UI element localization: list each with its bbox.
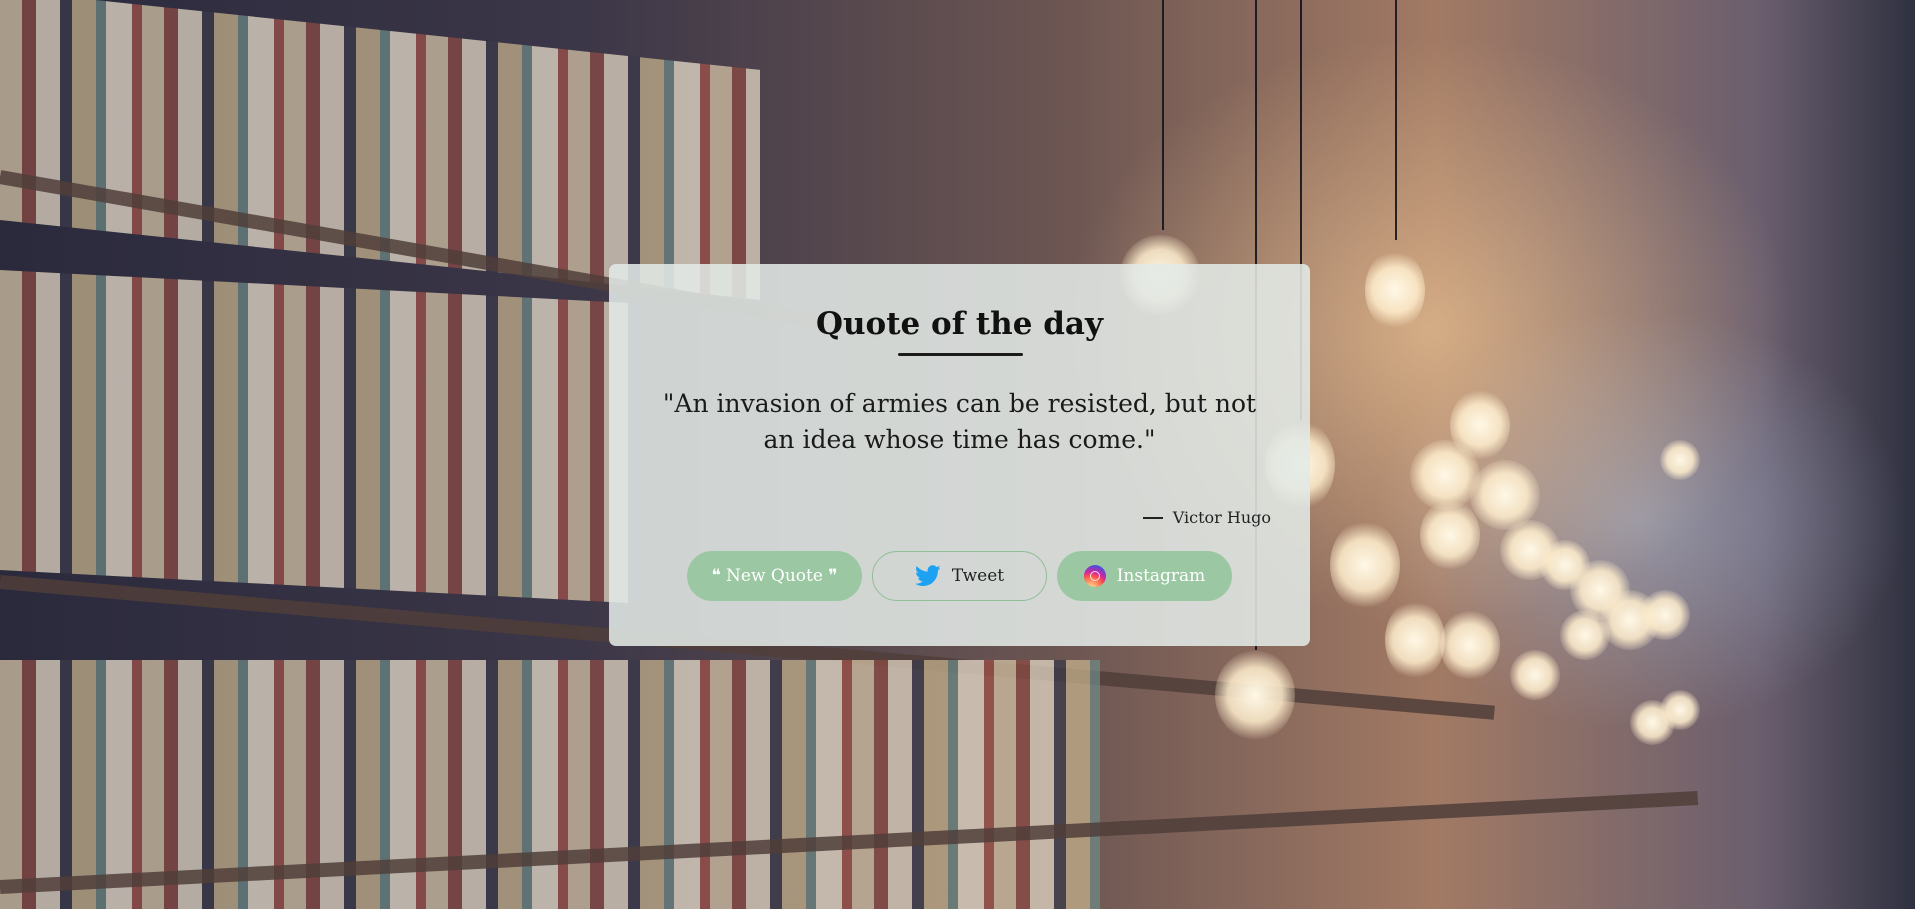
card-title: Quote of the day (815, 306, 1103, 342)
light-bulb (1330, 520, 1400, 610)
light-bulb (1510, 650, 1560, 700)
instagram-button[interactable]: Instagram (1057, 551, 1232, 601)
new-quote-button[interactable]: ❝ New Quote ❞ (687, 551, 862, 601)
tweet-label: Tweet (951, 566, 1005, 586)
light-bulb (1660, 440, 1700, 480)
action-buttons: ❝ New Quote ❞ Tweet Instagram (609, 551, 1310, 601)
title-underline (898, 353, 1023, 356)
light-bulb (1420, 500, 1480, 570)
tweet-button[interactable]: Tweet (872, 551, 1047, 601)
instagram-icon (1083, 565, 1106, 587)
quote-author: Victor Hugo (1142, 508, 1271, 527)
bookshelf-row (0, 0, 760, 300)
quote-card: Quote of the day "An invasion of armies … (609, 264, 1310, 646)
instagram-label: Instagram (1116, 566, 1206, 586)
twitter-bird-icon (914, 565, 941, 587)
author-name: Victor Hugo (1172, 508, 1271, 527)
bookshelf-row (0, 270, 640, 604)
light-bulb (1560, 610, 1610, 660)
light-bulb (1385, 600, 1445, 680)
light-bulb (1215, 650, 1295, 740)
light-bulb (1630, 700, 1675, 745)
new-quote-label: ❝ New Quote ❞ (711, 566, 838, 586)
author-dash (1142, 516, 1163, 519)
light-bulb (1440, 610, 1500, 680)
quote-text: "An invasion of armies can be resisted, … (662, 389, 1257, 454)
light-bulb (1640, 590, 1690, 640)
light-bulb (1365, 250, 1425, 330)
lamp-wire (1162, 0, 1164, 230)
lamp-wire (1395, 0, 1397, 240)
